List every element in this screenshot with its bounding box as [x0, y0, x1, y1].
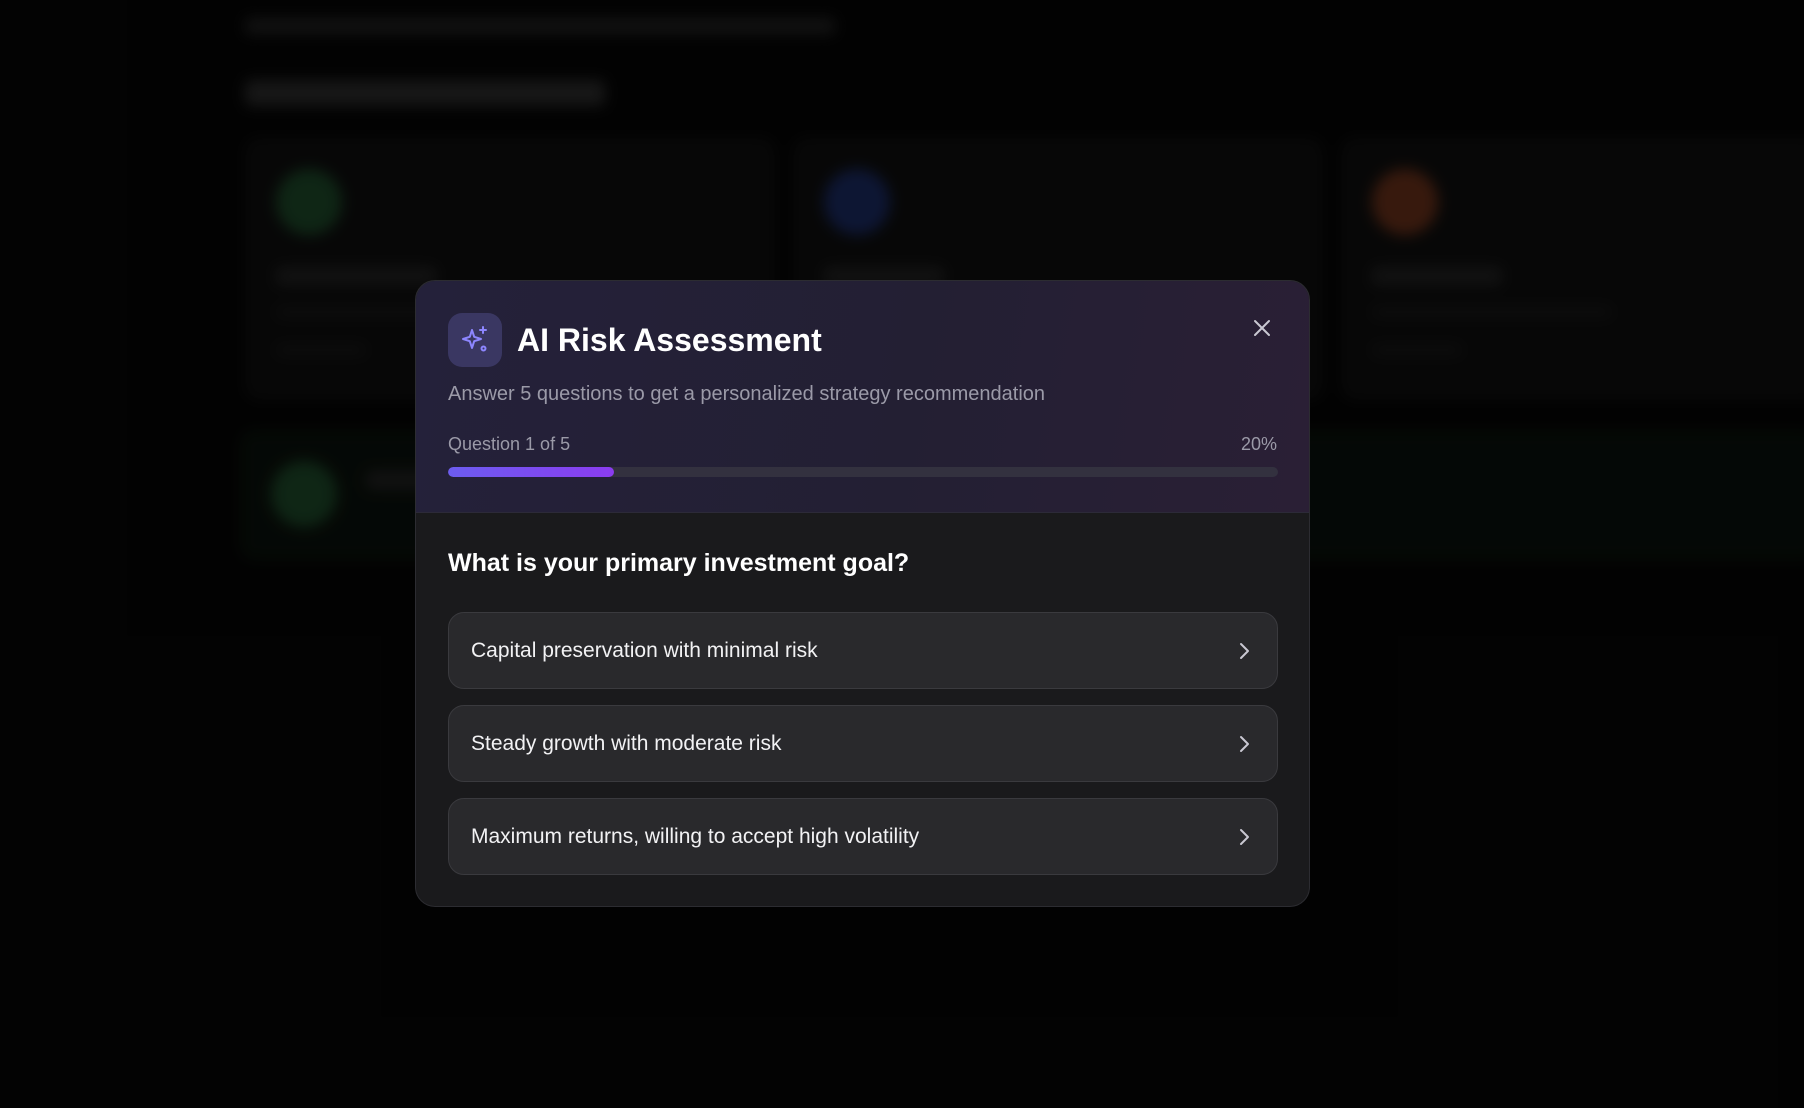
answer-option-capital-preservation[interactable]: Capital preservation with minimal risk — [448, 612, 1278, 689]
question-text: What is your primary investment goal? — [448, 549, 910, 577]
modal-body: What is your primary investment goal? Ca… — [416, 513, 1309, 875]
sparkles-icon — [448, 313, 502, 367]
answer-option-maximum-returns[interactable]: Maximum returns, willing to accept high … — [448, 798, 1278, 875]
answer-option-label: Maximum returns, willing to accept high … — [471, 824, 920, 848]
chevron-right-icon — [1233, 640, 1255, 662]
risk-assessment-modal: AI Risk Assessment Answer 5 questions to… — [415, 280, 1310, 907]
progress-percent-label: 20% — [1240, 434, 1277, 454]
modal-subtitle: Answer 5 questions to get a personalized… — [448, 383, 1046, 405]
answer-option-label: Capital preservation with minimal risk — [471, 638, 818, 662]
answer-option-label: Steady growth with moderate risk — [471, 731, 782, 755]
answer-options: Capital preservation with minimal risk S… — [448, 612, 1278, 875]
chevron-right-icon — [1233, 826, 1255, 848]
chevron-right-icon — [1233, 733, 1255, 755]
answer-option-steady-growth[interactable]: Steady growth with moderate risk — [448, 705, 1278, 782]
progress-bar-fill — [448, 467, 614, 477]
modal-title-row: AI Risk Assessment — [448, 313, 1277, 367]
progress-bar — [448, 467, 1278, 477]
close-icon[interactable] — [1245, 311, 1279, 345]
progress-labels: Question 1 of 5 20% — [448, 434, 1277, 455]
modal-header: AI Risk Assessment Answer 5 questions to… — [416, 281, 1309, 513]
modal-title: AI Risk Assessment — [517, 321, 822, 358]
progress-step-label: Question 1 of 5 — [448, 434, 571, 454]
